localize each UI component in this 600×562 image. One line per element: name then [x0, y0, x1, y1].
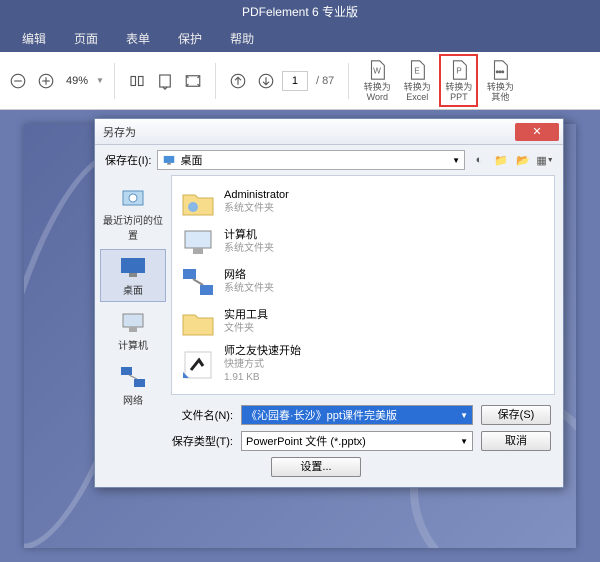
view-icon[interactable]: ▦▼ — [537, 152, 553, 168]
back-icon[interactable]: ◐ — [471, 152, 487, 168]
folder-icon — [180, 305, 216, 339]
place-recent[interactable]: 最近访问的位置 — [100, 179, 166, 247]
close-button[interactable]: ✕ — [515, 123, 559, 141]
file-item[interactable]: 计算机系统文件夹 — [178, 222, 548, 262]
file-item[interactable]: 实用工具文件夹 — [178, 302, 548, 342]
convert-ppt-button[interactable]: P 转换为PPT — [439, 54, 478, 107]
convert-excel-button[interactable]: E 转换为Excel — [399, 56, 435, 105]
save-button[interactable]: 保存(S) — [481, 405, 551, 425]
save-in-label: 保存在(I): — [105, 152, 151, 168]
file-list[interactable]: Administrator系统文件夹 计算机系统文件夹 网络系统文件夹 实用工具… — [171, 175, 555, 395]
dialog-titlebar[interactable]: 另存为 ✕ — [95, 119, 563, 145]
save-as-dialog: 另存为 ✕ 保存在(I): 桌面 ▼ ◐ 📁 📂 ▦▼ 最近访问的位置 桌面 — [94, 118, 564, 488]
up-icon[interactable]: 📁 — [493, 152, 509, 168]
place-desktop[interactable]: 桌面 — [100, 249, 166, 302]
fit-width-icon[interactable] — [125, 69, 149, 93]
filename-label: 文件名(N): — [171, 407, 233, 423]
menu-help[interactable]: 帮助 — [216, 24, 268, 52]
file-item[interactable]: 师之友快速开始快捷方式1.91 KB — [178, 342, 548, 387]
settings-button[interactable]: 设置... — [271, 457, 361, 477]
filetype-combo[interactable]: PowerPoint 文件 (*.pptx)▼ — [241, 431, 473, 451]
svg-text:P: P — [456, 67, 462, 76]
menubar: 编辑 页面 表单 保护 帮助 — [0, 24, 600, 52]
convert-word-button[interactable]: W 转换为Word — [359, 56, 395, 105]
app-titlebar: PDFelement 6 专业版 — [0, 0, 600, 24]
places-bar: 最近访问的位置 桌面 计算机 网络 — [95, 175, 171, 399]
shortcut-icon — [180, 348, 216, 382]
network-icon — [180, 265, 216, 299]
divider — [348, 63, 349, 99]
filename-input[interactable]: 《沁园春·长沙》ppt课件完美版▼ — [241, 405, 473, 425]
new-folder-icon[interactable]: 📂 — [515, 152, 531, 168]
svg-text:E: E — [415, 67, 421, 76]
cancel-button[interactable]: 取消 — [481, 431, 551, 451]
svg-text:W: W — [373, 67, 381, 76]
menu-protect[interactable]: 保护 — [164, 24, 216, 52]
next-page-button[interactable] — [254, 69, 278, 93]
menu-page[interactable]: 页面 — [60, 24, 112, 52]
menu-form[interactable]: 表单 — [112, 24, 164, 52]
page-input[interactable] — [282, 71, 308, 91]
place-computer[interactable]: 计算机 — [100, 304, 166, 357]
divider — [114, 63, 115, 99]
zoom-out-button[interactable] — [6, 69, 30, 93]
file-item[interactable]: 网络系统文件夹 — [178, 262, 548, 302]
zoom-level[interactable]: 49% — [62, 73, 92, 89]
computer-icon — [180, 225, 216, 259]
prev-page-button[interactable] — [226, 69, 250, 93]
convert-other-button[interactable]: 转换为其他 — [482, 56, 518, 105]
dialog-bottom: 文件名(N): 《沁园春·长沙》ppt课件完美版▼ 保存(S) 保存类型(T):… — [95, 399, 563, 487]
toolbar: 49%▼ / 87 W 转换为Word E 转换为Excel P 转换为PPT … — [0, 52, 600, 110]
fullscreen-icon[interactable] — [181, 69, 205, 93]
fit-page-icon[interactable] — [153, 69, 177, 93]
user-folder-icon — [180, 185, 216, 219]
dialog-title: 另存为 — [103, 124, 136, 140]
page-total: / 87 — [316, 75, 334, 87]
save-in-combo[interactable]: 桌面 ▼ — [157, 150, 465, 170]
zoom-in-button[interactable] — [34, 69, 58, 93]
desktop-icon — [162, 153, 176, 167]
file-item[interactable]: Administrator系统文件夹 — [178, 182, 548, 222]
menu-edit[interactable]: 编辑 — [8, 24, 60, 52]
filetype-label: 保存类型(T): — [171, 433, 233, 449]
dialog-location-row: 保存在(I): 桌面 ▼ ◐ 📁 📂 ▦▼ — [95, 145, 563, 175]
divider — [215, 63, 216, 99]
